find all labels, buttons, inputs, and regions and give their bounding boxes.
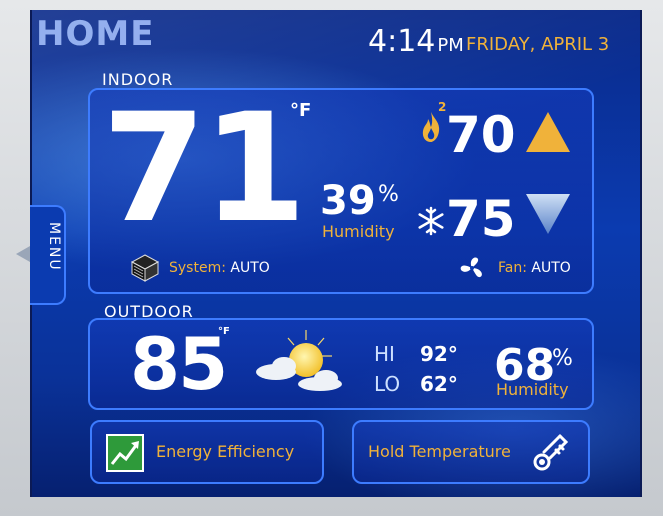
indoor-humidity-unit: %: [378, 182, 399, 207]
clock-ampm: PM: [437, 35, 464, 56]
menu-label[interactable]: MENU: [46, 222, 62, 272]
outdoor-temperature: 85: [130, 322, 228, 406]
system-mode[interactable]: System: AUTO: [169, 260, 270, 276]
hi-value: 92°: [420, 342, 458, 366]
trend-up-icon: [106, 434, 144, 472]
system-label: System:: [169, 260, 226, 276]
outdoor-unit: °F: [218, 326, 230, 337]
lo-label: LO: [374, 372, 401, 396]
thermometer-icon: [533, 434, 569, 471]
clock: 4:14 PM: [368, 24, 464, 59]
screen-title: HOME: [36, 14, 155, 54]
fan-label: Fan:: [498, 260, 527, 276]
energy-efficiency-label: Energy Efficiency: [156, 442, 295, 461]
flame-icon: [422, 112, 440, 142]
increase-setpoint-button[interactable]: [524, 108, 572, 156]
heat-setpoint: 70: [446, 106, 516, 164]
cool-setpoint: 75: [446, 190, 516, 248]
outdoor-humidity-label: Humidity: [496, 380, 569, 399]
hvac-unit-icon: [130, 254, 160, 282]
clock-time: 4:14: [368, 24, 436, 59]
hi-label: HI: [374, 342, 395, 366]
thermostat-screen: HOME 4:14 PM FRIDAY, APRIL 3 INDOOR 71 °F…: [30, 10, 642, 497]
indoor-unit: °F: [290, 100, 312, 121]
partly-sunny-icon: [256, 330, 342, 391]
menu-arrow-icon[interactable]: [16, 246, 30, 262]
date-display: FRIDAY, APRIL 3: [466, 34, 610, 55]
energy-efficiency-button[interactable]: Energy Efficiency: [90, 420, 324, 484]
indoor-humidity-value: 39: [320, 178, 376, 224]
decrease-setpoint-button[interactable]: [524, 190, 572, 238]
outdoor-humidity-unit: %: [552, 346, 573, 371]
system-value: AUTO: [230, 260, 270, 276]
hold-temperature-button[interactable]: Hold Temperature: [352, 420, 590, 484]
indoor-temperature: 71: [102, 82, 307, 256]
fan-icon: [460, 257, 482, 278]
fan-mode[interactable]: Fan: AUTO: [498, 260, 571, 276]
snowflake-icon: [418, 206, 444, 236]
hold-temperature-label: Hold Temperature: [368, 442, 511, 461]
lo-value: 62°: [420, 372, 458, 396]
fan-value: AUTO: [531, 260, 571, 276]
indoor-humidity-label: Humidity: [322, 222, 395, 241]
